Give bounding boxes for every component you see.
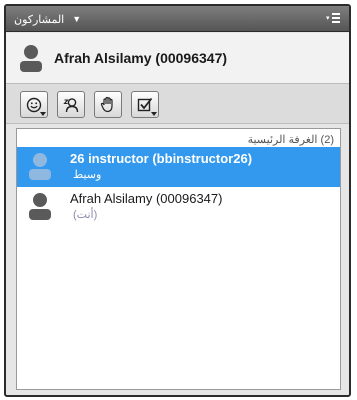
current-user-card: Afrah Alsilamy (00096347) — [6, 33, 349, 84]
panel-title-toggle[interactable]: المشاركون ▼ — [14, 10, 81, 28]
participant-row[interactable]: 26 instructor (bbinstructor26) وسيط — [17, 147, 340, 187]
participant-name: 26 instructor (bbinstructor26) — [70, 151, 253, 166]
participant-role: (أنت) — [73, 209, 98, 221]
participant-name: Afrah Alsilamy (00096347) — [70, 191, 223, 206]
panel-menu-icon[interactable]: ▾ — [326, 12, 341, 24]
hand-icon — [100, 96, 113, 113]
participant-role: وسيط — [73, 169, 102, 181]
checkbox-icon — [137, 97, 153, 111]
poll-response-button[interactable] — [131, 91, 159, 118]
panel-title: المشاركون — [14, 13, 65, 26]
caret-down-icon: ▼ — [72, 13, 82, 24]
smiley-icon — [26, 97, 42, 112]
dropdown-arrow-icon — [151, 112, 157, 116]
away-status-button[interactable] — [57, 91, 85, 118]
participant-toolbar — [6, 84, 349, 124]
raise-hand-button[interactable] — [94, 91, 122, 118]
current-user-name: Afrah Alsilamy (00096347) — [54, 50, 228, 66]
dropdown-arrow-icon — [40, 112, 46, 116]
room-header[interactable]: (2) الغرفة الرئيسية — [248, 133, 334, 146]
panel-title-bar: المشاركون ▼ ▾ — [6, 6, 349, 32]
emoticon-button[interactable] — [20, 91, 48, 118]
participants-panel: المشاركون ▼ ▾ Afrah Alsilamy (00096347) — [4, 4, 351, 397]
person-icon — [29, 153, 51, 180]
person-icon — [20, 45, 42, 72]
menu-bars-icon — [331, 11, 340, 25]
participant-row[interactable]: Afrah Alsilamy (00096347) (أنت) — [17, 187, 340, 227]
participant-list: (2) الغرفة الرئيسية 26 instructor (bbins… — [16, 128, 341, 390]
person-away-icon — [63, 97, 79, 112]
person-icon — [29, 193, 51, 220]
menu-caret-icon: ▾ — [326, 15, 330, 22]
